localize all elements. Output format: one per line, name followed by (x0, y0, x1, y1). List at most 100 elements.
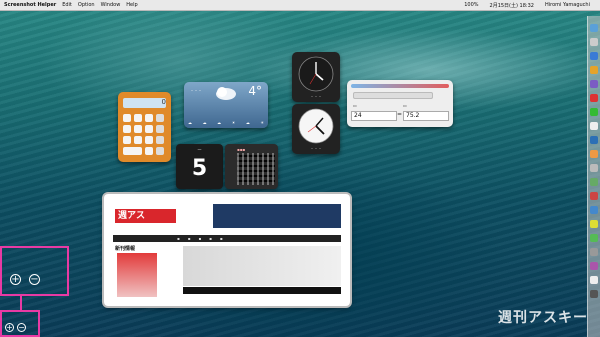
calc-key[interactable] (123, 125, 131, 133)
menu-bar: Screenshot Helper Edit Option Window Hel… (0, 0, 600, 11)
dock-icon[interactable] (590, 192, 598, 200)
unit-converter-widget[interactable]: ▭ ▭ 24 = 75.2 (347, 80, 453, 127)
calc-key[interactable] (145, 114, 153, 122)
dock-icon[interactable] (590, 220, 598, 228)
section-title: 新刊情報 (115, 246, 136, 252)
forecast-day: ☁ (217, 120, 222, 125)
dock-icon[interactable] (590, 24, 598, 32)
calculator-display: 0 (123, 98, 166, 108)
status-area: 100% 2月15日(土) 18:32 Hiromi Yamaguchi (464, 0, 596, 10)
forecast-day: ☁ (202, 120, 207, 125)
callout-connector (20, 296, 22, 310)
forecast-day: ☀ (231, 120, 236, 125)
cloud-icon (216, 87, 236, 100)
calc-key[interactable] (156, 147, 164, 155)
dock-icon[interactable] (590, 66, 598, 74)
calc-key[interactable] (156, 136, 164, 144)
calculator-widget[interactable]: 0 (118, 92, 171, 162)
watermark: 週刊アスキー (498, 310, 588, 326)
zoom-controls-box: + − (0, 310, 40, 337)
user-menu[interactable]: Hiromi Yamaguchi (545, 2, 590, 8)
clock-status[interactable]: 2月15日(土) 18:32 (490, 2, 534, 9)
zoom-out-icon[interactable]: − (17, 323, 26, 332)
calc-key[interactable] (123, 114, 131, 122)
converter-type-select[interactable] (353, 92, 433, 99)
dock-icon[interactable] (590, 248, 598, 256)
converter-input-right[interactable]: 75.2 (403, 111, 449, 121)
clock-city-label: ・・・ (310, 94, 322, 99)
zoom-in-icon[interactable]: + (5, 323, 14, 332)
calc-key[interactable] (123, 147, 142, 155)
calendar-header: ▪▪▪ (237, 147, 246, 152)
menu-item-help[interactable]: Help (126, 2, 137, 8)
converter-from-label: ▭ (353, 103, 357, 108)
dock-icon[interactable] (590, 234, 598, 242)
dock-icon[interactable] (590, 150, 598, 158)
nav-item[interactable]: ▪ (198, 236, 201, 241)
dock-icon[interactable] (590, 38, 598, 46)
battery-status[interactable]: 100% (464, 2, 478, 8)
forecast-day: ☀ (260, 120, 264, 125)
dock-icon[interactable] (590, 178, 598, 186)
ad-banner[interactable] (213, 204, 341, 228)
world-clock-widget[interactable]: ・・・ (292, 52, 340, 102)
site-logo[interactable]: 週アス (115, 209, 176, 223)
dock-icon[interactable] (590, 80, 598, 88)
dock-icon[interactable] (590, 122, 598, 130)
calendar-widget[interactable]: ▪▪▪ (225, 144, 278, 189)
calc-key[interactable] (145, 147, 153, 155)
menu-item-edit[interactable]: Edit (62, 2, 72, 8)
web-clip-widget[interactable]: 週アス Q ▪ ▪ ▪ ▪ ▪ 新刊情報 (104, 194, 350, 306)
clock-city-label: ・・・ (310, 146, 322, 151)
calc-key[interactable] (134, 125, 142, 133)
menu-item-window[interactable]: Window (101, 2, 121, 8)
date-widget[interactable]: — 5 (176, 144, 223, 189)
world-clock-widget[interactable]: ・・・ (292, 104, 340, 154)
clock-face-icon (298, 56, 334, 92)
forecast-day: ☁ (188, 120, 192, 125)
dock-icon[interactable] (590, 206, 598, 214)
zoom-out-icon[interactable]: − (29, 274, 40, 285)
dock-icon[interactable] (590, 262, 598, 270)
dock-icon[interactable] (590, 164, 598, 172)
app-menu[interactable]: Screenshot Helper (4, 2, 56, 8)
calc-key[interactable] (123, 136, 131, 144)
dock-icon[interactable] (590, 136, 598, 144)
news-ticker[interactable] (183, 287, 341, 294)
converter-header (351, 84, 449, 88)
calc-key[interactable] (134, 114, 142, 122)
zoom-in-icon[interactable]: + (10, 274, 21, 285)
dock-icon[interactable] (590, 276, 598, 284)
calendar-grid (237, 153, 275, 185)
nav-item[interactable]: ▪ (188, 236, 191, 241)
calc-key[interactable] (156, 114, 164, 122)
clock-face-icon (298, 108, 334, 144)
site-nav: ▪ ▪ ▪ ▪ ▪ (113, 235, 341, 242)
menu-item-option[interactable]: Option (78, 2, 95, 8)
weather-temperature: 4° (248, 84, 262, 98)
weather-location: ・・・ (190, 88, 202, 93)
converter-to-label: ▭ (403, 103, 407, 108)
calc-key[interactable] (145, 136, 153, 144)
zoom-highlight-box: + − (0, 246, 69, 296)
converter-input-left[interactable]: 24 (351, 111, 397, 121)
nav-item[interactable]: ▪ (209, 236, 212, 241)
day-number: 5 (191, 156, 208, 181)
dock-icon[interactable] (590, 290, 598, 298)
weather-forecast: ☁ ☁ ☁ ☀ ☁ ☀ (188, 120, 264, 125)
magazine-cover[interactable] (117, 253, 157, 297)
calc-key[interactable] (145, 125, 153, 133)
dock (587, 16, 600, 337)
forecast-day: ☁ (245, 120, 250, 125)
dock-icon[interactable] (590, 94, 598, 102)
nav-item[interactable]: ▪ (177, 236, 180, 241)
dock-icon[interactable] (590, 108, 598, 116)
dock-icon[interactable] (590, 52, 598, 60)
converter-equals: = (397, 111, 403, 118)
weather-widget[interactable]: ・・・ 4° ☁ ☁ ☁ ☀ ☁ ☀ (184, 82, 268, 128)
calc-key[interactable] (156, 125, 164, 133)
calc-key[interactable] (134, 136, 142, 144)
feature-strip[interactable] (183, 246, 341, 286)
weekday-label: — (197, 147, 202, 152)
nav-item[interactable]: ▪ (220, 236, 223, 241)
